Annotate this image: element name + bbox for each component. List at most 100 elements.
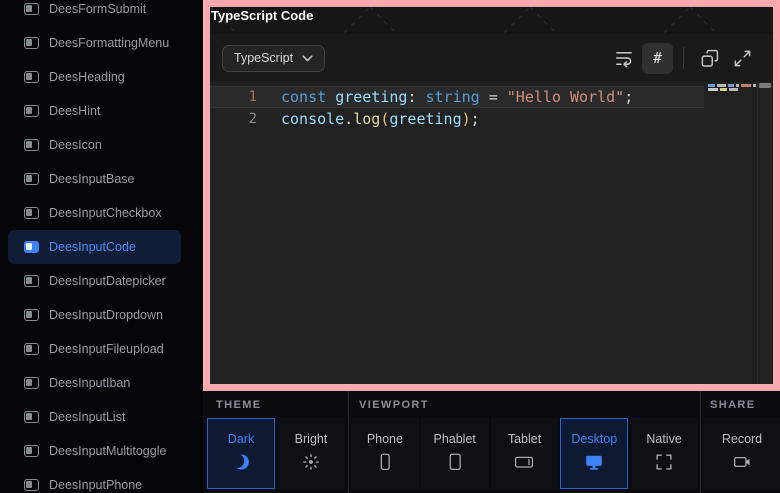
tile-label: Bright	[295, 432, 328, 446]
sidebar-item-deesinputdropdown[interactable]: DeesInputDropdown	[8, 298, 181, 332]
tile-label: Tablet	[508, 432, 541, 446]
component-icon	[24, 411, 39, 423]
component-list: DeesFormSubmit DeesFormattingMenu DeesHead…	[0, 0, 203, 493]
sidebar-item-deesinputlist[interactable]: DeesInputList	[8, 400, 181, 434]
toolbar-group-share: SHARERecord	[701, 391, 780, 493]
sidebar-item-deesformsubmit[interactable]: DeesFormSubmit	[8, 0, 181, 26]
code-lines: 1const greeting: string = "Hello World";…	[210, 86, 773, 130]
sidebar-item-deesicon[interactable]: DeesIcon	[8, 128, 181, 162]
code-editor[interactable]: 1const greeting: string = "Hello World";…	[210, 82, 773, 384]
component-icon	[24, 309, 39, 321]
token-plain	[498, 88, 507, 106]
record-button[interactable]: Record	[704, 418, 780, 489]
component-icon	[24, 71, 39, 83]
tile-label: Native	[646, 432, 681, 446]
app-window: DeesFormSubmit DeesFormattingMenu DeesHead…	[0, 0, 780, 493]
component-icon	[24, 275, 39, 287]
phone-button[interactable]: Phone	[351, 418, 419, 489]
component-icon	[24, 3, 39, 15]
native-button[interactable]: Native	[630, 418, 698, 489]
sidebar-item-label: DeesIcon	[49, 138, 102, 152]
sidebar-item-label: DeesInputBase	[49, 172, 134, 186]
toolbar-divider	[683, 47, 684, 69]
demo-frame: TypeScript Code TypeScript #	[203, 0, 780, 391]
sidebar-item-label: DeesInputDatepicker	[49, 274, 166, 288]
component-icon	[24, 377, 39, 389]
sidebar-item-label: DeesHeading	[49, 70, 125, 84]
token-string: "Hello World"	[507, 88, 624, 106]
sidebar-item-label: DeesInputPhone	[49, 478, 142, 492]
sidebar-item-deesheading[interactable]: DeesHeading	[8, 60, 181, 94]
sidebar-item-deesinputdatepicker[interactable]: DeesInputDatepicker	[8, 264, 181, 298]
token-keyword: const	[281, 88, 326, 106]
language-select-label: TypeScript	[234, 51, 293, 65]
component-icon	[24, 479, 39, 491]
tablet-icon	[513, 451, 535, 476]
component-icon	[24, 343, 39, 355]
scrollbar-thumb[interactable]	[759, 83, 771, 88]
component-icon	[24, 37, 39, 49]
expand-icon	[733, 49, 752, 68]
sidebar-item-deesinputfileupload[interactable]: DeesInputFileupload	[8, 332, 181, 366]
sidebar-item-deesformattingmenu[interactable]: DeesFormattingMenu	[8, 26, 181, 60]
sidebar-item-label: DeesInputCheckbox	[49, 206, 162, 220]
moon-icon	[230, 451, 252, 476]
token-function: log	[353, 110, 380, 128]
desktop-icon	[583, 451, 605, 476]
tile-label: Phablet	[433, 432, 475, 446]
tablet-button[interactable]: Tablet	[491, 418, 559, 489]
toolbar-group-theme: THEMEDark Bright	[203, 391, 348, 493]
sidebar-item-label: DeesInputList	[49, 410, 125, 424]
component-icon	[24, 105, 39, 117]
sidebar-item-label: DeesHint	[49, 104, 100, 118]
expand-button[interactable]	[727, 43, 757, 73]
code-panel: TypeScript #	[210, 34, 773, 384]
record-icon	[731, 451, 753, 476]
code-text: const greeting: string = "Hello World";	[281, 86, 633, 108]
code-tools: #	[609, 43, 757, 74]
code-toolbar: TypeScript #	[210, 34, 773, 82]
sidebar-item-deesinputphone[interactable]: DeesInputPhone	[8, 468, 181, 493]
sidebar-item-deesinputcheckbox[interactable]: DeesInputCheckbox	[8, 196, 181, 230]
component-sidebar: DeesFormSubmit DeesFormattingMenu DeesHead…	[0, 0, 203, 493]
token-plain	[416, 88, 425, 106]
token-variable: greeting	[335, 88, 407, 106]
demo-title: TypeScript Code	[211, 8, 313, 23]
sidebar-item-deesinputcode[interactable]: DeesInputCode	[8, 230, 181, 264]
code-line: 2console.log(greeting);	[210, 108, 773, 130]
minimap-divider	[757, 82, 758, 384]
copy-button[interactable]	[694, 43, 724, 73]
sidebar-item-deesinputmultitoggle[interactable]: DeesInputMultitoggle	[8, 434, 181, 468]
line-number: 2	[210, 108, 257, 130]
token-plain: ;	[471, 110, 480, 128]
code-line: 1const greeting: string = "Hello World";	[210, 86, 704, 108]
tile-label: Phone	[367, 432, 403, 446]
word-wrap-button[interactable]	[609, 43, 639, 73]
sidebar-item-deeshint[interactable]: DeesHint	[8, 94, 181, 128]
token-variable: greeting	[389, 110, 461, 128]
sidebar-item-label: DeesInputIban	[49, 376, 130, 390]
copy-icon	[700, 49, 719, 68]
phablet-button[interactable]: Phablet	[421, 418, 489, 489]
tile-label: Record	[722, 432, 762, 446]
toolbar-group-viewport: VIEWPORTPhonePhabletTabletDesktopNative	[349, 391, 700, 493]
desktop-button[interactable]: Desktop	[560, 418, 628, 489]
word-wrap-icon	[614, 48, 634, 68]
sidebar-item-deesinputiban[interactable]: DeesInputIban	[8, 366, 181, 400]
toolbar-tiles: Record	[701, 418, 780, 489]
sidebar-item-label: DeesInputFileupload	[49, 342, 164, 356]
bright-button[interactable]: Bright	[277, 418, 345, 489]
sidebar-item-label: DeesFormattingMenu	[49, 36, 169, 50]
sidebar-item-deesinputbase[interactable]: DeesInputBase	[8, 162, 181, 196]
line-numbers-button[interactable]: #	[642, 43, 673, 74]
token-plain	[326, 88, 335, 106]
language-select[interactable]: TypeScript	[222, 45, 325, 72]
sidebar-item-label: DeesInputDropdown	[49, 308, 163, 322]
minimap-row	[708, 88, 756, 91]
toolbar-group-label: THEME	[203, 391, 348, 418]
token-keyword: string	[426, 88, 480, 106]
environment-toolbar: THEMEDarkBrightVIEWPORTPhonePhabletTable…	[203, 391, 780, 493]
component-icon	[24, 173, 39, 185]
dark-button[interactable]: Dark	[207, 418, 275, 489]
phablet-icon	[444, 451, 466, 476]
